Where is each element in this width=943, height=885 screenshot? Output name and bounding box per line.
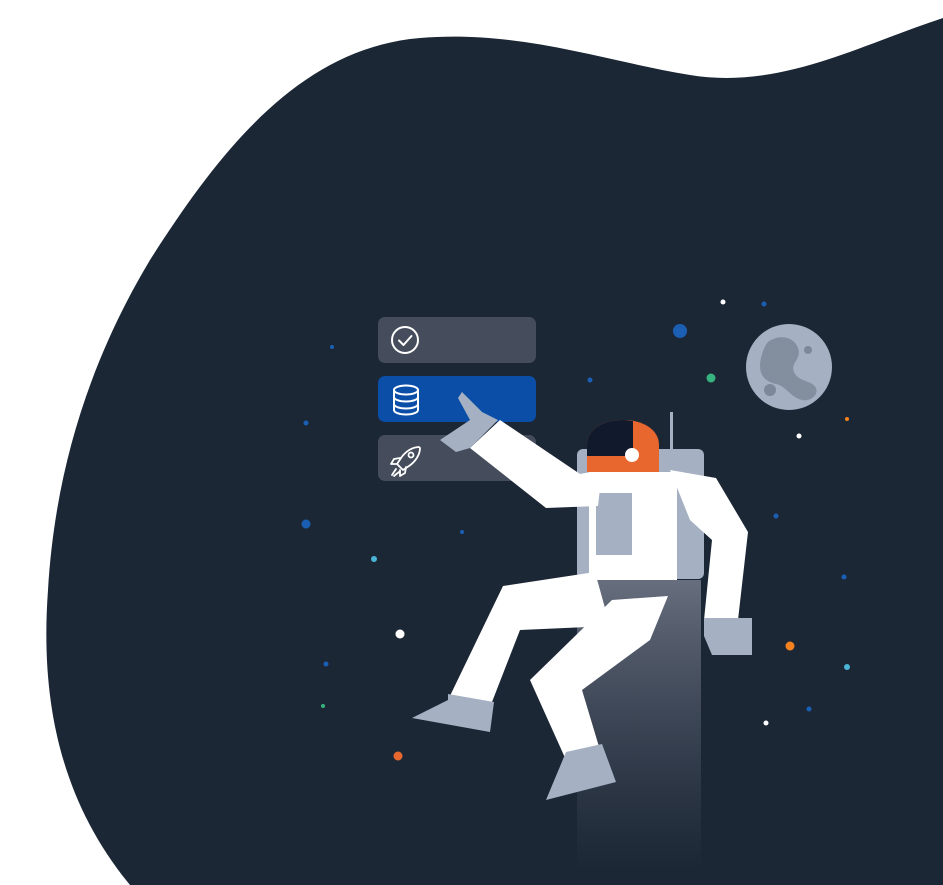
- star: [323, 661, 329, 667]
- star: [706, 373, 716, 383]
- star: [393, 751, 403, 761]
- star: [785, 641, 795, 651]
- star: [330, 345, 334, 349]
- star: [587, 377, 593, 383]
- star: [845, 417, 849, 421]
- moon-icon: [746, 324, 832, 410]
- star: [301, 519, 311, 529]
- star: [773, 513, 779, 519]
- star: [321, 704, 325, 708]
- helmet-light: [625, 448, 639, 462]
- star: [841, 574, 847, 580]
- chest-panel: [596, 493, 632, 555]
- star: [720, 299, 726, 305]
- star: [806, 706, 812, 712]
- star: [673, 324, 687, 338]
- star: [371, 556, 377, 562]
- star: [761, 301, 767, 307]
- star: [460, 530, 464, 534]
- right-glove: [704, 618, 752, 655]
- star: [844, 664, 850, 670]
- menu-item-check[interactable]: [378, 317, 536, 363]
- space-illustration: [46, 18, 943, 885]
- illustration-stage: [0, 0, 943, 885]
- antenna: [670, 412, 673, 454]
- star: [303, 420, 309, 426]
- star: [796, 433, 802, 439]
- star: [395, 629, 405, 639]
- star: [763, 720, 769, 726]
